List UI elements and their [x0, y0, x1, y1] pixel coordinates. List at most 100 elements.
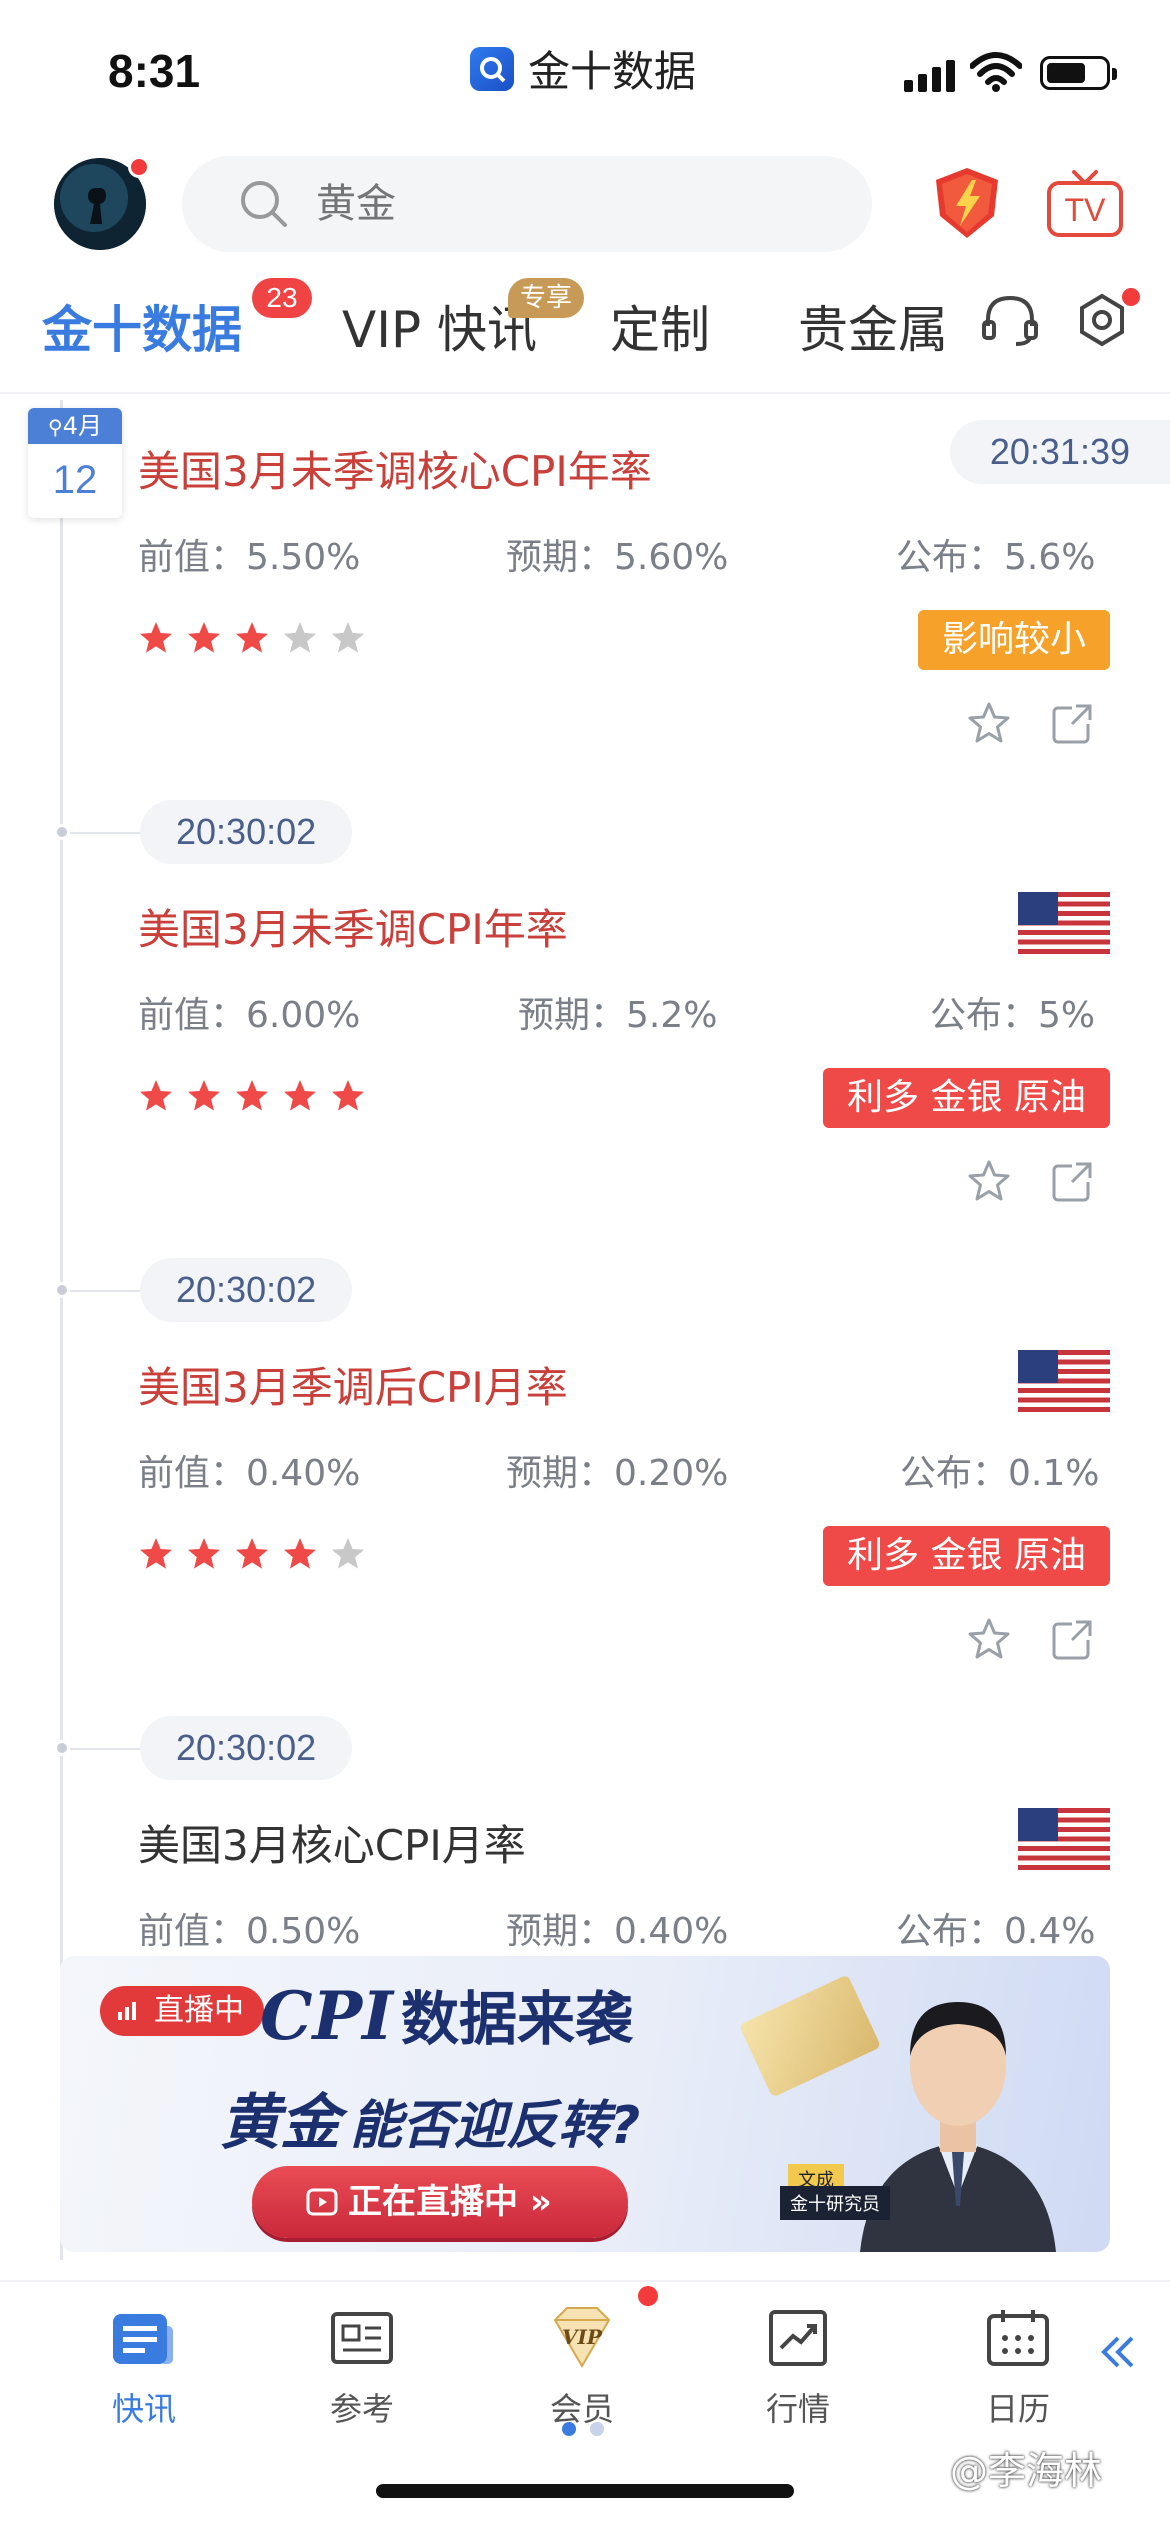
star-filled-icon	[140, 1538, 172, 1569]
banner-subheadline: 黄金 能否迎反转?	[220, 2088, 641, 2158]
live-badge: 直播中	[100, 1986, 264, 2036]
actual-value: 公布：5%	[930, 995, 1096, 1036]
star-empty-icon	[284, 622, 316, 653]
svg-text:TV: TV	[1065, 192, 1107, 228]
importance-stars	[138, 1078, 366, 1114]
speaker-title: 金十研究员	[780, 2186, 890, 2220]
svg-text:VIP: VIP	[562, 2325, 603, 2349]
nav-item-calendar[interactable]: 日历	[938, 2306, 1098, 2430]
star-filled-icon	[236, 1080, 268, 1111]
expected-value: 预期：0.40%	[506, 1911, 729, 1952]
calendar-icon	[987, 2310, 1049, 2366]
star-filled-icon	[284, 1080, 316, 1111]
timeline-stub	[70, 1290, 142, 1292]
importance-stars	[138, 1536, 366, 1572]
unread-count-badge: 23	[252, 278, 312, 318]
cellular-signal-icon	[904, 58, 955, 92]
favorite-star-icon[interactable]	[966, 1158, 1012, 1204]
search-input[interactable]	[316, 181, 816, 227]
favorite-star-icon[interactable]	[966, 1616, 1012, 1662]
impact-tag: 利多 金银 原油	[823, 1526, 1110, 1586]
previous-value: 前值：5.50%	[138, 537, 361, 578]
time-pill: 20:30:02	[140, 1258, 353, 1322]
watermark: @李海林	[950, 2449, 1103, 2493]
date-chip-month: ⚲4月	[28, 408, 122, 444]
settings-notification-dot	[1122, 288, 1140, 306]
tab-precious-metals[interactable]: 贵金属	[798, 290, 948, 362]
exclusive-badge: 专享	[508, 278, 585, 318]
lightning-badge-icon[interactable]	[930, 166, 1004, 240]
share-icon[interactable]	[1050, 1160, 1094, 1204]
tv-live-icon[interactable]: TV	[1046, 168, 1124, 238]
us-flag-icon	[1018, 1808, 1110, 1870]
page-indicator	[562, 2422, 604, 2436]
news-title[interactable]: 美国3月季调后CPI月率	[138, 1354, 568, 1415]
tab-custom[interactable]: 定制	[610, 290, 710, 362]
live-stream-banner[interactable]: 直播中 CPI 数据来袭 黄金 能否迎反转? 正在直播中 » 文成 金十研究员	[60, 1956, 1110, 2252]
time-pill: 20:30:02	[140, 1716, 353, 1780]
nav-item-membership[interactable]: VIP 会员	[502, 2306, 662, 2430]
timeline-dot	[54, 1740, 70, 1756]
timeline-dot	[54, 1282, 70, 1298]
importance-stars	[138, 620, 366, 656]
previous-value: 前值：0.40%	[138, 1453, 361, 1494]
star-filled-icon	[188, 1080, 220, 1111]
settings-icon[interactable]	[1074, 292, 1130, 348]
star-filled-icon	[236, 622, 268, 653]
notification-dot	[128, 156, 150, 178]
play-screen-icon	[306, 2188, 338, 2216]
actual-value: 公布：0.1%	[900, 1453, 1100, 1494]
status-bar: 8:31 金十数据	[0, 0, 1170, 140]
timeline-stub	[70, 1748, 142, 1750]
news-title[interactable]: 美国3月未季调CPI年率	[138, 896, 568, 957]
tab-jin10-data[interactable]: 金十数据	[42, 290, 242, 362]
news-title[interactable]: 美国3月未季调核心CPI年率	[138, 438, 652, 499]
actual-value: 公布：0.4%	[896, 1911, 1096, 1952]
app-icon	[470, 46, 514, 91]
expected-value: 预期：5.60%	[506, 537, 729, 578]
us-flag-icon	[1018, 892, 1110, 954]
star-empty-icon	[332, 1538, 364, 1569]
timeline-stub	[70, 832, 142, 834]
home-indicator[interactable]	[376, 2484, 794, 2498]
search-bar[interactable]	[182, 156, 872, 252]
star-filled-icon	[140, 622, 172, 653]
headset-icon[interactable]	[980, 292, 1040, 348]
newspaper-icon	[331, 2312, 393, 2364]
nav-item-market[interactable]: 行情	[718, 2306, 878, 2430]
star-filled-icon	[236, 1538, 268, 1569]
date-chip[interactable]: ⚲4月 12	[28, 408, 122, 518]
nav-label: 日历	[985, 2390, 1050, 2428]
star-filled-icon	[188, 1538, 220, 1569]
status-time: 8:31	[108, 45, 201, 97]
star-filled-icon	[284, 1538, 316, 1569]
nav-item-flash[interactable]: 快讯	[64, 2306, 224, 2430]
nav-label: 参考	[329, 2390, 394, 2428]
live-bars-icon	[118, 2000, 136, 2020]
expected-value: 预期：0.20%	[506, 1453, 729, 1494]
nav-label: 快讯	[111, 2390, 176, 2428]
expected-value: 预期：5.2%	[518, 995, 718, 1036]
vip-diamond-icon: VIP	[553, 2307, 611, 2368]
news-title[interactable]: 美国3月核心CPI月率	[138, 1812, 526, 1873]
time-pill: 20:30:02	[140, 800, 353, 864]
actual-value: 公布：5.6%	[896, 537, 1096, 578]
share-icon[interactable]	[1050, 702, 1094, 746]
favorite-star-icon[interactable]	[966, 700, 1012, 746]
timeline-dot	[54, 824, 70, 840]
share-icon[interactable]	[1050, 1618, 1094, 1662]
collapse-chevron-icon[interactable]	[1096, 2330, 1140, 2374]
status-app-name: 金十数据	[528, 47, 697, 96]
star-filled-icon	[140, 1080, 172, 1111]
time-pill: 20:31:39	[949, 420, 1170, 484]
banner-headline: CPI 数据来袭	[260, 1977, 634, 2055]
news-flash-icon	[113, 2314, 173, 2364]
nav-item-reference[interactable]: 参考	[282, 2306, 442, 2430]
tab-divider	[0, 392, 1170, 394]
star-empty-icon	[332, 622, 364, 653]
wifi-icon	[970, 52, 1022, 92]
watch-live-button[interactable]: 正在直播中 »	[252, 2166, 628, 2238]
previous-value: 前值：0.50%	[138, 1911, 361, 1952]
status-app-indicator: 金十数据	[470, 38, 696, 99]
vip-notification-dot	[638, 2286, 658, 2306]
